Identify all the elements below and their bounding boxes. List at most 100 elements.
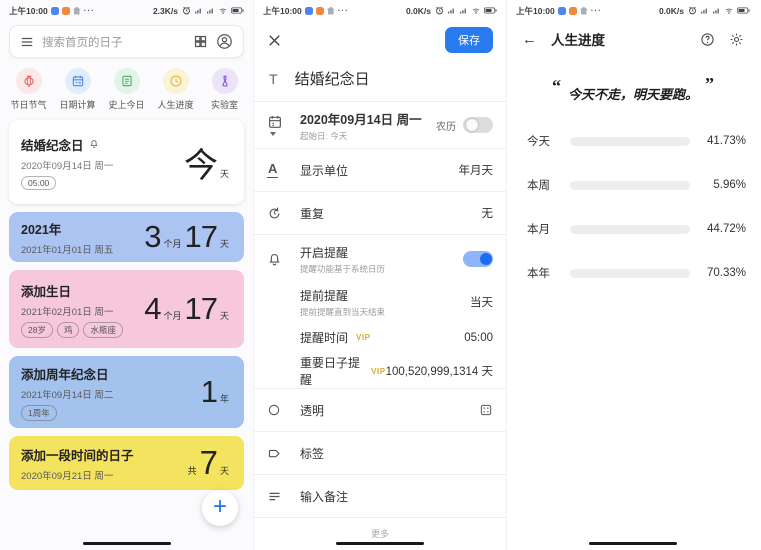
bar-label: 今天 — [527, 133, 564, 149]
card-unit: 天 — [220, 237, 229, 250]
event-card-yearly[interactable]: 添加周年纪念日 2021年09月14日 周二 1周年 1 年 — [9, 356, 244, 428]
status-bar: 上午10:00 ··· 0.0K/s — [507, 0, 759, 18]
home-indicator[interactable] — [589, 542, 677, 546]
row-label: 提前提醒 — [300, 287, 470, 304]
row-label: 标签 — [300, 445, 493, 462]
card-unit: 个月 — [163, 237, 181, 250]
reminder-time-row[interactable]: 提醒时间 VIP 05:00 — [254, 321, 506, 354]
bar-percent: 5.96% — [700, 179, 746, 191]
signal-sim1-icon — [700, 6, 709, 15]
card-title: 结婚纪念日 — [21, 135, 84, 154]
plus-icon: + — [213, 495, 227, 519]
card-title: 添加周年纪念日 — [21, 364, 109, 383]
edit-screen: 上午10:00 ··· 0.0K/s 保存 T 结婚纪念日 — [253, 0, 506, 550]
bar-percent: 44.72% — [700, 223, 746, 235]
category-life-progress[interactable]: 人生进度 — [151, 68, 200, 111]
advance-reminder-row[interactable]: 提前提醒 提前提醒直到当天结束 当天 — [254, 283, 506, 321]
tag-row[interactable]: 标签 — [254, 432, 506, 474]
card-unit: 天 — [220, 464, 229, 477]
status-time: 上午10:00 — [516, 5, 555, 17]
search-input[interactable]: 搜索首页的日子 — [9, 25, 244, 58]
format-icon: A — [267, 162, 278, 177]
transparent-row[interactable]: 透明 — [254, 389, 506, 431]
event-card-period[interactable]: 添加一段时间的日子 2020年09月21日 周一 共 7 天 — [9, 436, 244, 490]
row-label: 输入备注 — [300, 488, 493, 505]
row-value: 无 — [482, 205, 494, 221]
important-days-row[interactable]: 重要日子提醒 VIP 100,520,999,1314 天 — [254, 354, 506, 388]
close-icon[interactable] — [267, 33, 282, 48]
app-notification-icon — [62, 7, 70, 15]
category-lab[interactable]: 实验室 — [200, 68, 249, 111]
grid-view-icon[interactable] — [193, 34, 208, 49]
help-icon[interactable] — [700, 32, 715, 47]
card-unit: 天 — [220, 309, 229, 322]
vip-badge: VIP — [371, 367, 385, 376]
row-value: 年月天 — [459, 162, 494, 178]
reminder-toggle[interactable] — [463, 251, 493, 267]
card-unit: 年 — [220, 392, 229, 405]
zodiac-chip: 鸡 — [57, 322, 80, 338]
circle-icon — [267, 403, 281, 417]
category-date-calc[interactable]: 日期计算 — [53, 68, 102, 111]
home-indicator[interactable] — [83, 542, 171, 546]
wifi-icon — [724, 6, 734, 15]
progress-row-year: 本年 70.33% — [527, 265, 746, 281]
lunar-toggle[interactable] — [463, 117, 493, 133]
bar-track — [570, 269, 690, 278]
status-bar: 上午10:00 ··· 2.3K/s — [0, 0, 253, 18]
chevron-down-icon — [270, 132, 276, 136]
progress-row-today: 今天 41.73% — [527, 133, 746, 149]
card-date: 2021年01月01日 周五 — [21, 242, 113, 256]
category-label: 史上今日 — [108, 98, 144, 111]
quote-text: 今天不走，明天要跑。 — [568, 84, 698, 103]
account-icon[interactable] — [216, 33, 233, 50]
card-date: 2021年09月14日 周二 — [21, 387, 113, 401]
category-label: 人生进度 — [157, 98, 193, 111]
card-count-days: 17 — [185, 219, 217, 255]
category-label: 日期计算 — [59, 98, 95, 111]
time-chip: 05:00 — [21, 176, 56, 190]
event-card-2021[interactable]: 2021年 2021年01月01日 周五 3 个月 17 天 — [9, 212, 244, 262]
save-button[interactable]: 保存 — [445, 27, 493, 53]
bell-icon — [89, 139, 99, 149]
row-label: 开启提醒 — [300, 244, 463, 261]
card-count-months: 3 — [144, 219, 160, 255]
row-label: 提醒时间 — [300, 329, 348, 346]
card-count: 1 — [201, 374, 217, 410]
bar-percent: 41.73% — [700, 135, 746, 147]
reminder-row[interactable]: 开启提醒 提醒功能基于系统日历 — [254, 235, 506, 283]
event-title-field[interactable]: T 结婚纪念日 — [254, 53, 506, 101]
clock-icon — [169, 74, 183, 88]
gear-icon[interactable] — [729, 32, 744, 47]
card-title: 添加一段时间的日子 — [21, 445, 134, 464]
display-unit-row[interactable]: A 显示单位 年月天 — [254, 149, 506, 191]
signal-sim2-icon — [712, 6, 721, 15]
add-event-fab[interactable]: + — [202, 490, 238, 526]
event-card-birthday[interactable]: 添加生日 2021年02月01日 周一 28岁 鸡 水瓶座 4 个月 17 天 — [9, 270, 244, 348]
home-notification-icon — [327, 7, 335, 15]
category-festival[interactable]: 节日节气 — [4, 68, 53, 111]
menu-icon[interactable] — [20, 35, 34, 49]
date-row[interactable]: 2020年09月14日 周一 起始日: 今天 农历 — [254, 102, 506, 148]
back-icon[interactable]: ← — [522, 31, 537, 48]
row-label: 重要日子提醒 — [300, 354, 363, 388]
card-title: 2021年 — [21, 219, 61, 238]
repeat-row[interactable]: 重复 无 — [254, 192, 506, 234]
card-count-days: 17 — [185, 291, 217, 327]
category-label: 实验室 — [211, 98, 238, 111]
more-button[interactable]: 更多 — [254, 527, 506, 540]
home-indicator[interactable] — [336, 542, 424, 546]
vip-badge: VIP — [356, 333, 370, 342]
event-card-anniversary[interactable]: 结婚纪念日 2020年09月14日 周一 05:00 今 天 — [9, 120, 244, 204]
card-date: 2020年09月14日 周一 — [21, 158, 113, 172]
message-app-icon — [51, 7, 59, 15]
category-history-today[interactable]: 史上今日 — [102, 68, 151, 111]
event-title-value: 结婚纪念日 — [295, 68, 370, 89]
quote-block: “ 今天不走，明天要跑。 ” — [507, 77, 759, 103]
repeat-icon — [267, 206, 282, 221]
note-row[interactable]: 输入备注 — [254, 475, 506, 517]
row-value: 当天 — [470, 294, 493, 310]
lunar-label: 农历 — [436, 118, 456, 133]
pattern-dice-icon[interactable] — [479, 403, 493, 417]
history-doc-icon — [120, 74, 134, 88]
